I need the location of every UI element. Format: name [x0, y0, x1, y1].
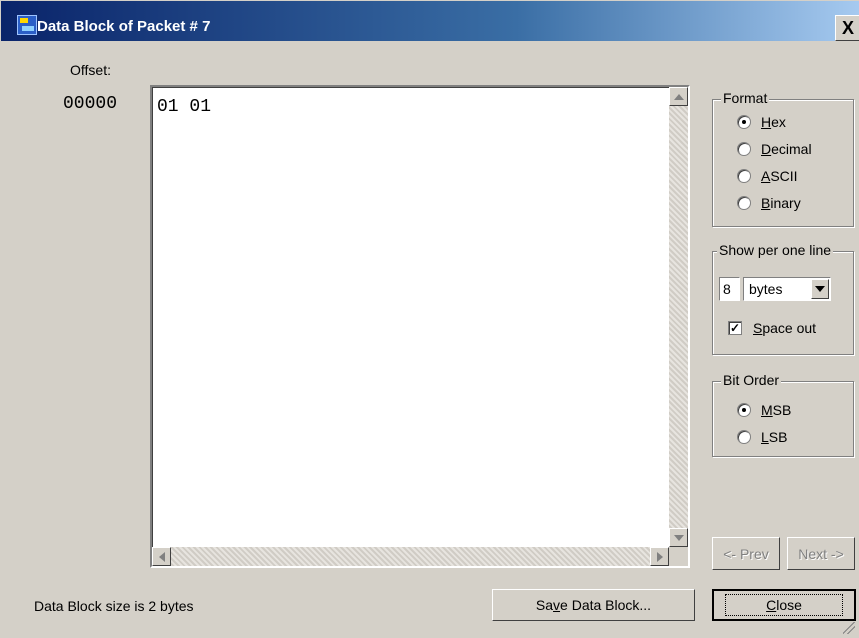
format-hex-label: Hex: [761, 114, 786, 130]
horizontal-scrollbar[interactable]: [152, 547, 669, 566]
window-title: Data Block of Packet # 7: [37, 18, 211, 35]
scrollbar-corner: [669, 547, 688, 566]
format-group-title: Format: [721, 90, 770, 106]
format-ascii-radio[interactable]: ASCII: [737, 168, 798, 184]
arrow-right-icon: [656, 551, 663, 562]
offset-value: 00000: [63, 94, 118, 114]
prev-button[interactable]: <- Prev: [712, 537, 780, 570]
unit-select[interactable]: bytes: [743, 277, 831, 301]
radio-selected-dot: [742, 120, 746, 124]
radio-button[interactable]: [737, 115, 751, 129]
radio-selected-dot: [742, 408, 746, 412]
dropdown-button[interactable]: [811, 279, 829, 299]
format-binary-radio[interactable]: Binary: [737, 195, 801, 211]
bit-order-group: Bit Order MSB LSB: [712, 372, 854, 457]
offset-label: Offset:: [70, 62, 111, 78]
app-icon: [17, 15, 37, 35]
arrow-left-icon: [158, 551, 165, 562]
bit-order-msb-radio[interactable]: MSB: [737, 402, 791, 418]
unit-select-value: bytes: [749, 281, 783, 297]
close-window-button[interactable]: X: [835, 15, 859, 41]
format-decimal-radio[interactable]: Decimal: [737, 141, 812, 157]
vertical-scrollbar[interactable]: [669, 87, 688, 547]
msb-label: MSB: [761, 402, 792, 418]
close-button[interactable]: Close: [712, 589, 856, 621]
radio-button[interactable]: [737, 196, 751, 210]
lsb-label: LSB: [761, 429, 788, 445]
space-out-label: Space out: [753, 320, 817, 336]
scroll-left-button[interactable]: [152, 547, 171, 566]
format-group: Format Hex Decimal ASCII Binary: [712, 90, 854, 227]
arrow-down-icon: [673, 534, 684, 541]
format-ascii-label: ASCII: [761, 168, 798, 184]
radio-button[interactable]: [737, 169, 751, 183]
scroll-up-button[interactable]: [669, 87, 688, 106]
save-data-block-button[interactable]: Sa v e Data Block...: [492, 589, 695, 621]
resize-grip-icon[interactable]: [843, 622, 855, 634]
data-block-content: 01 01: [157, 97, 212, 117]
bytes-per-line-input[interactable]: 8: [719, 277, 740, 301]
space-out-checkbox[interactable]: ✓: [728, 321, 742, 335]
radio-button[interactable]: [737, 403, 751, 417]
data-block-dialog: Data Block of Packet # 7 X Offset: 00000…: [0, 0, 859, 638]
per-line-group-title: Show per one line: [717, 242, 834, 258]
scroll-down-button[interactable]: [669, 528, 688, 547]
next-button[interactable]: Next ->: [787, 537, 855, 570]
bit-order-lsb-radio[interactable]: LSB: [737, 429, 787, 445]
status-text: Data Block size is 2 bytes: [34, 598, 194, 614]
scroll-right-button[interactable]: [650, 547, 669, 566]
arrow-up-icon: [673, 93, 684, 100]
per-line-group: Show per one line 8 bytes ✓ Space out: [712, 242, 854, 355]
radio-button[interactable]: [737, 142, 751, 156]
bit-order-group-title: Bit Order: [721, 372, 782, 388]
format-hex-radio[interactable]: Hex: [737, 114, 786, 130]
data-block-textarea[interactable]: 01 01: [150, 85, 690, 568]
radio-button[interactable]: [737, 430, 751, 444]
close-button-label: Close: [725, 594, 843, 616]
title-bar[interactable]: Data Block of Packet # 7 X: [1, 1, 859, 41]
format-decimal-label: Decimal: [761, 141, 812, 157]
format-binary-label: Binary: [761, 195, 801, 211]
chevron-down-icon: [815, 286, 825, 292]
